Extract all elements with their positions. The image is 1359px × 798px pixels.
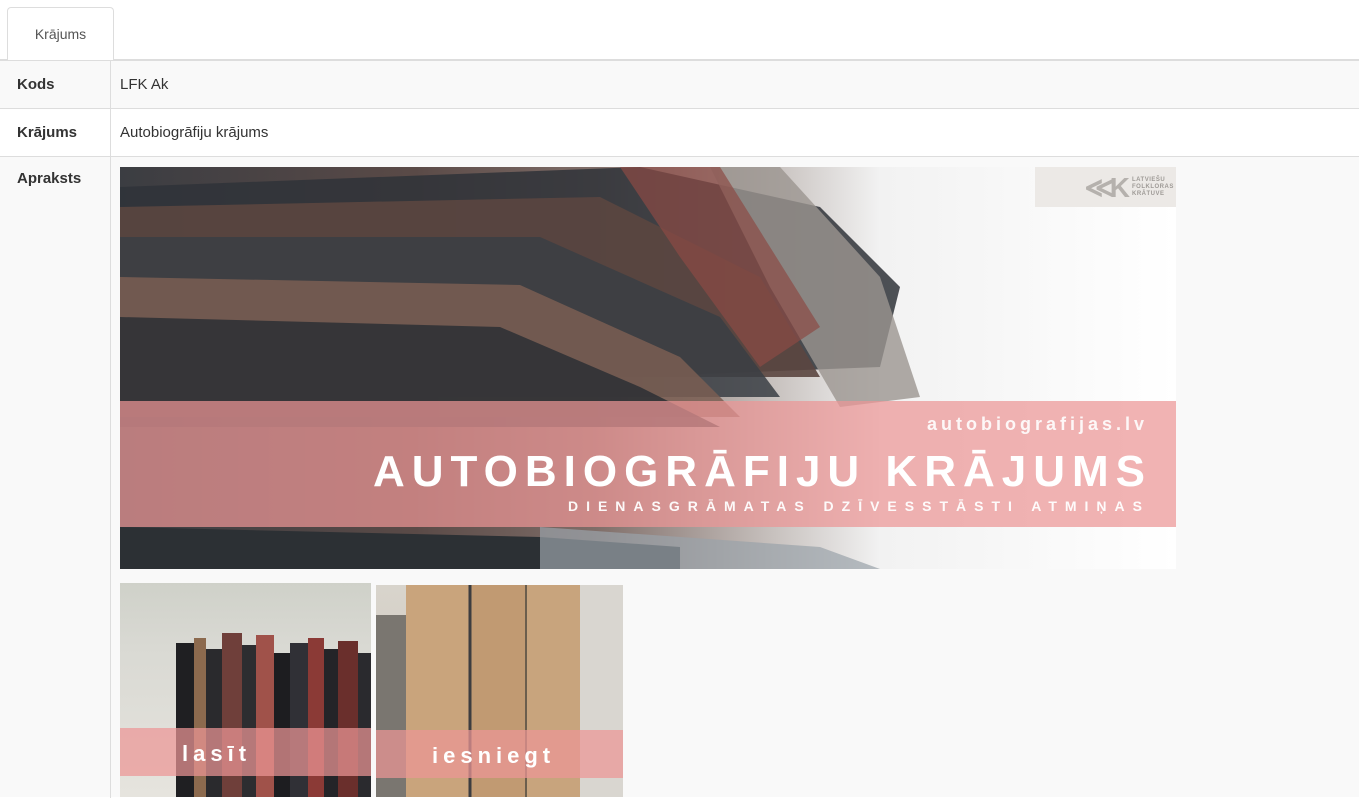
table-row-collection: Krājums Autobiogrāfiju krājums: [0, 108, 1359, 156]
banner-subtitle: DIENASGRĀMATAS DZĪVESSTĀSTI ATMIŅAS: [567, 498, 1150, 514]
tab-collection[interactable]: Krājums: [7, 7, 114, 61]
banner-title: AUTOBIOGRĀFIJU KRĀJUMS: [372, 447, 1152, 496]
tab-bar: Krājums: [0, 0, 1359, 61]
banner-site: autobiografijas.lv: [926, 414, 1148, 434]
logo-mark-icon: ≪K: [1084, 171, 1130, 203]
lfk-logo: ≪K LATVIEŠU FOLKLORAS KRĀTUVE: [1035, 167, 1176, 207]
row-label-description: Apraksts: [17, 170, 82, 187]
read-label: lasīt: [182, 741, 252, 766]
read-link-image[interactable]: lasīt: [120, 583, 371, 797]
row-value-code: LFK Ak: [110, 61, 1359, 108]
submit-link-image[interactable]: iesniegt: [376, 585, 623, 797]
submit-label: iesniegt: [432, 743, 556, 768]
table-row-code: Kods LFK Ak: [0, 60, 1359, 108]
row-value-collection: Autobiogrāfiju krājums: [110, 109, 1359, 156]
row-label-code: Kods: [17, 76, 55, 93]
collection-banner-image[interactable]: autobiografijas.lv AUTOBIOGRĀFIJU KRĀJUM…: [120, 167, 1176, 569]
row-label-collection: Krājums: [17, 124, 78, 141]
logo-text: LATVIEŠU FOLKLORAS KRĀTUVE: [1132, 176, 1174, 197]
